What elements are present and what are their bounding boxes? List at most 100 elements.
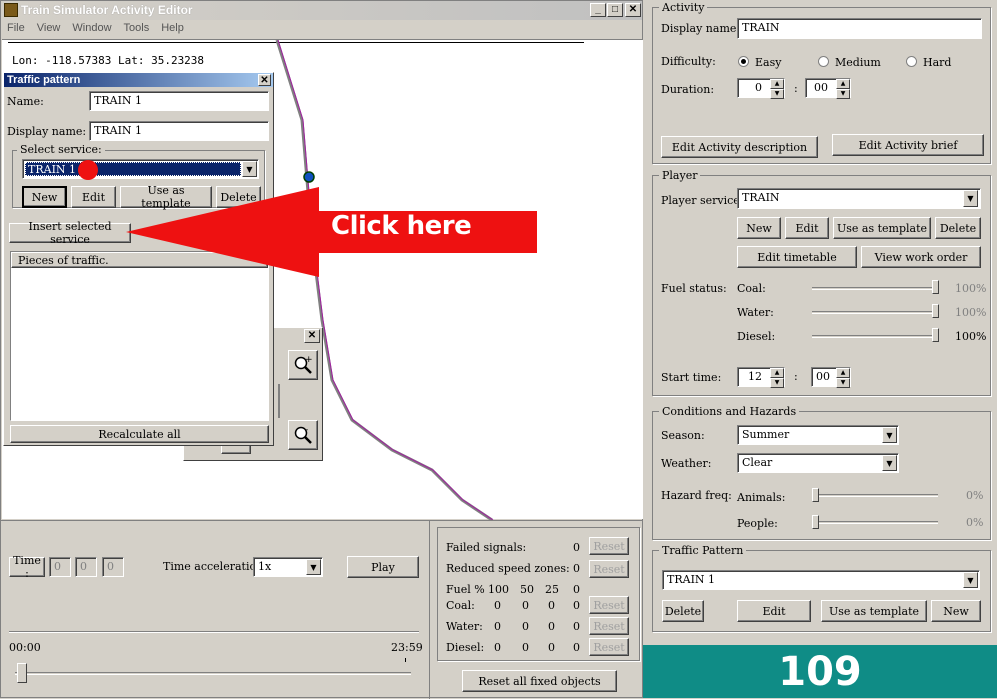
diesel-reset-button[interactable]: Reset <box>589 638 629 656</box>
edit-activity-brief-button[interactable]: Edit Activity brief <box>832 134 984 156</box>
weather-arrow[interactable]: ▼ <box>882 455 897 471</box>
player-use-as-template-button[interactable]: Use as template <box>833 217 931 239</box>
name-field[interactable]: TRAIN 1 <box>89 91 269 111</box>
hazard-freq-label: Hazard freq: <box>661 489 732 502</box>
menu-view[interactable]: View <box>37 22 61 34</box>
difficulty-hard-radio[interactable] <box>906 56 917 67</box>
recalculate-all-button[interactable]: Recalculate all <box>10 425 269 443</box>
timeline-end: 23:59 <box>391 641 423 654</box>
traffic-window-close-button[interactable]: ✕ <box>258 74 271 86</box>
activity-title: Activity <box>659 1 708 14</box>
app-icon <box>4 3 18 17</box>
reduced-speed-reset-button[interactable]: Reset <box>589 560 629 578</box>
water-val-25: 0 <box>548 620 555 633</box>
view-work-order-button[interactable]: View work order <box>861 246 981 268</box>
play-button[interactable]: Play <box>347 556 419 578</box>
edit-activity-description-button[interactable]: Edit Activity description <box>661 136 818 158</box>
menu-file[interactable]: File <box>7 22 25 34</box>
season-arrow[interactable]: ▼ <box>882 427 897 443</box>
display-name-field[interactable]: TRAIN 1 <box>89 121 269 141</box>
player-coal-slider[interactable] <box>932 280 939 294</box>
water-reset-button[interactable]: Reset <box>589 617 629 635</box>
coal-reset-button[interactable]: Reset <box>589 596 629 614</box>
time-hours-field[interactable]: 0 <box>49 557 71 577</box>
traffic-pattern-select[interactable]: TRAIN 1 <box>662 570 980 590</box>
menu-bar: File View Window Tools Help <box>7 22 196 34</box>
duration-minutes-down[interactable]: ▼ <box>836 89 850 99</box>
duration-hours-down[interactable]: ▼ <box>770 89 784 99</box>
start-minutes-up[interactable]: ▲ <box>836 368 850 378</box>
traffic-pattern-title: Traffic Pattern <box>659 544 747 557</box>
menu-tools[interactable]: Tools <box>124 22 150 34</box>
reset-all-fixed-objects-button[interactable]: Reset all fixed objects <box>462 670 617 692</box>
difficulty-medium-label: Medium <box>835 56 881 69</box>
difficulty-label: Difficulty: <box>661 55 716 68</box>
traffic-pattern-use-as-template-button[interactable]: Use as template <box>821 600 927 622</box>
player-service-arrow[interactable]: ▼ <box>963 190 978 207</box>
menu-help[interactable]: Help <box>161 22 184 34</box>
edit-timetable-button[interactable]: Edit timetable <box>737 246 857 268</box>
activity-display-name-field[interactable]: TRAIN <box>737 18 982 39</box>
player-edit-button[interactable]: Edit <box>785 217 829 239</box>
minimize-button[interactable]: _ <box>590 3 606 17</box>
time-button[interactable]: Time : <box>9 554 45 580</box>
track-node <box>303 171 315 183</box>
menu-window[interactable]: Window <box>72 22 111 34</box>
zoom-out-button[interactable]: - <box>288 420 318 450</box>
insert-selected-service-button[interactable]: Insert selected service <box>9 220 131 246</box>
duration-hours-up[interactable]: ▲ <box>770 79 784 89</box>
service-select[interactable]: TRAIN 1 <box>22 159 259 179</box>
traffic-new-button[interactable]: New <box>22 186 67 208</box>
player-delete-button[interactable]: Delete <box>935 217 981 239</box>
traffic-pattern-arrow[interactable]: ▼ <box>963 572 978 588</box>
traffic-pattern-new-button[interactable]: New <box>931 600 981 622</box>
duration-minutes-up[interactable]: ▲ <box>836 79 850 89</box>
zoom-in-button[interactable]: + <box>288 350 318 380</box>
people-track <box>812 521 938 524</box>
player-water-slider[interactable] <box>932 304 939 318</box>
coal-val-0: 0 <box>573 599 580 612</box>
start-minutes-value: 00 <box>816 370 830 383</box>
difficulty-hard-label: Hard <box>923 56 952 69</box>
season-select[interactable]: Summer <box>737 425 899 445</box>
start-minutes-spinner[interactable]: ▲ ▼ <box>836 368 850 388</box>
start-hours-value: 12 <box>748 370 762 383</box>
duration-minutes-spinner[interactable]: ▲ ▼ <box>836 79 850 99</box>
player-diesel-track <box>812 335 938 338</box>
conditions-title: Conditions and Hazards <box>659 405 800 418</box>
animals-slider[interactable] <box>812 488 819 502</box>
timeline-slider-thumb[interactable] <box>17 663 27 683</box>
timeline-track <box>15 672 411 675</box>
player-service-select[interactable]: TRAIN <box>737 188 981 209</box>
service-dropdown-arrow[interactable]: ▼ <box>242 161 257 177</box>
player-new-button[interactable]: New <box>737 217 781 239</box>
zoom-window-close-button[interactable]: ✕ <box>304 329 320 343</box>
player-diesel-value: 100% <box>955 330 987 343</box>
time-minutes-field[interactable]: 0 <box>75 557 97 577</box>
close-button[interactable]: ✕ <box>625 3 641 17</box>
player-water-track <box>812 311 938 314</box>
display-name-label: Display name: <box>7 125 87 138</box>
difficulty-medium-radio[interactable] <box>818 56 829 67</box>
time-seconds-field[interactable]: 0 <box>102 557 124 577</box>
traffic-edit-button[interactable]: Edit <box>71 186 116 208</box>
player-water-label: Water: <box>737 306 774 319</box>
traffic-pattern-edit-button[interactable]: Edit <box>737 600 811 622</box>
timeline-start: 00:00 <box>9 641 41 654</box>
diesel-label: Diesel: <box>446 641 485 654</box>
traffic-pattern-delete-button[interactable]: Delete <box>662 600 704 622</box>
start-hours-down[interactable]: ▼ <box>770 378 784 388</box>
diesel-val-25: 0 <box>548 641 555 654</box>
player-coal-value: 100% <box>955 282 987 295</box>
difficulty-easy-radio[interactable] <box>738 56 749 67</box>
people-slider[interactable] <box>812 515 819 529</box>
weather-select[interactable]: Clear <box>737 453 899 473</box>
start-hours-spinner[interactable]: ▲ ▼ <box>770 368 784 388</box>
failed-signals-reset-button[interactable]: Reset <box>589 537 629 555</box>
duration-hours-spinner[interactable]: ▲ ▼ <box>770 79 784 99</box>
start-hours-up[interactable]: ▲ <box>770 368 784 378</box>
maximize-button[interactable]: □ <box>607 3 623 17</box>
time-acceleration-arrow[interactable]: ▼ <box>306 559 321 575</box>
player-diesel-slider[interactable] <box>932 328 939 342</box>
start-minutes-down[interactable]: ▼ <box>836 378 850 388</box>
